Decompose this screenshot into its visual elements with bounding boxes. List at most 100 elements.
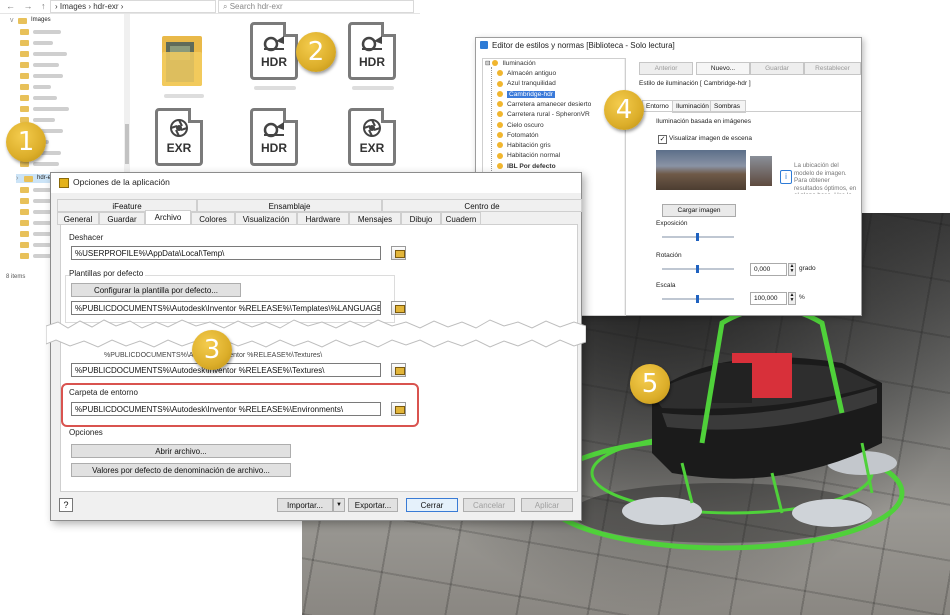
lighting-style-icon <box>497 101 503 108</box>
undo-label: Deshacer <box>69 233 104 242</box>
close-button[interactable]: Cerrar <box>406 498 458 512</box>
step-badge-3: 3 <box>192 330 232 370</box>
hdr-file-icon[interactable]: HDR <box>250 108 300 168</box>
section-title: Estilo de iluminación [ Cambridge-hdr ] <box>639 80 751 87</box>
scale-label: Escala <box>656 282 676 289</box>
show-image-checkbox[interactable]: ✓ <box>658 135 667 144</box>
folder-thumbnail[interactable] <box>160 30 206 88</box>
textures-path-field[interactable]: %PUBLICDOCUMENTS%\Autodesk\Inventor %REL… <box>71 363 381 377</box>
step-badge-4: 4 <box>604 90 644 130</box>
lighting-style-icon <box>497 152 503 159</box>
apply-button[interactable]: Aplicar <box>521 498 573 512</box>
exr-file-icon[interactable]: EXR <box>155 108 205 168</box>
app-icon <box>59 178 69 188</box>
lighting-style-icon <box>497 90 503 97</box>
tree-item[interactable] <box>20 240 51 249</box>
lighting-style-icon <box>497 132 503 139</box>
hdr-file-icon[interactable]: HDR <box>348 22 398 90</box>
torn-edge-divider <box>46 319 586 348</box>
environment-preview-small <box>750 156 772 186</box>
undo-path-field[interactable]: %USERPROFILE%\AppData\Local\Temp\ <box>71 246 381 260</box>
tree-item[interactable] <box>20 38 53 47</box>
rotation-spinner[interactable]: ▲ ▼ <box>788 263 796 276</box>
open-file-button[interactable]: Abrir archivo... <box>71 444 291 458</box>
tab-center[interactable]: Centro de <box>382 199 582 212</box>
back-button[interactable]: Anterior <box>639 62 693 75</box>
tab-assembly[interactable]: Ensamblaje <box>197 199 382 212</box>
browse-folder-icon[interactable] <box>391 301 406 315</box>
tree-item[interactable] <box>20 93 57 102</box>
step-badge-2: 2 <box>296 32 336 72</box>
load-image-button[interactable]: Cargar imagen <box>662 204 736 217</box>
highlight-box <box>61 383 419 427</box>
tree-item[interactable]: Habitación gris <box>497 141 551 151</box>
ibl-group-label: Iluminación basada en imágenes <box>656 118 752 125</box>
folder-icon <box>18 17 27 24</box>
new-button[interactable]: Nuevo... <box>696 62 750 75</box>
environment-preview <box>656 150 746 190</box>
tree-item[interactable]: Almacén antiguo <box>497 69 556 79</box>
configure-templates-button[interactable]: Configurar la plantilla por defecto... <box>71 283 241 297</box>
tree-item[interactable]: Habitación normal <box>497 151 560 161</box>
rotation-label: Rotación <box>656 252 682 259</box>
tree-item[interactable]: Carretera amanecer desierto <box>497 100 591 110</box>
tree-item[interactable] <box>20 82 51 91</box>
hdr-file-icon[interactable]: HDR <box>250 22 300 90</box>
tree-item-images[interactable]: v Images <box>10 16 51 25</box>
tree-item-lighting[interactable]: ⊟ Iluminación <box>485 59 536 69</box>
tree-item[interactable] <box>20 60 59 69</box>
lighting-style-icon <box>497 121 503 128</box>
window-title: Editor de estilos y normas [Biblioteca -… <box>492 41 675 50</box>
camera-glyph-icon <box>263 122 284 138</box>
tree-item[interactable]: IBL Por defecto <box>497 162 556 172</box>
scale-unit: % <box>799 294 805 301</box>
import-dropdown-icon[interactable]: ▼ <box>333 498 345 512</box>
exposure-label: Exposición <box>656 220 688 227</box>
browse-folder-icon[interactable] <box>391 363 406 377</box>
help-icon[interactable]: ? <box>59 498 73 512</box>
reset-button[interactable]: Restablecer <box>804 62 861 75</box>
tree-item-selected[interactable]: Cambridge-hdr <box>497 90 555 100</box>
scale-input[interactable]: 100,000 <box>750 292 787 305</box>
folder-icon <box>24 175 33 182</box>
export-button[interactable]: Exportar... <box>348 498 398 512</box>
scale-slider-knob[interactable] <box>696 295 699 303</box>
search-placeholder: Search hdr-exr <box>229 2 283 11</box>
tree-item[interactable]: Cielo oscuro <box>497 121 544 131</box>
tree-item[interactable] <box>20 104 69 113</box>
default-naming-button[interactable]: Valores por defecto de denominación de a… <box>71 463 291 477</box>
lighting-style-icon <box>497 111 503 118</box>
exr-file-icon[interactable]: EXR <box>348 108 398 168</box>
tree-item[interactable]: Fotomatón <box>497 131 539 141</box>
dialog-title: Opciones de la aplicación <box>73 177 170 187</box>
browse-folder-icon[interactable] <box>391 246 406 260</box>
templates-path-field[interactable]: %PUBLICDOCUMENTS%\Autodesk\Inventor %REL… <box>71 301 381 315</box>
cancel-button[interactable]: Cancelar <box>463 498 515 512</box>
tree-scrollbar[interactable] <box>124 14 130 174</box>
tree-item[interactable] <box>20 71 63 80</box>
rotation-input[interactable]: 0,000 <box>750 263 787 276</box>
camera-glyph-icon <box>361 36 382 52</box>
tree-item[interactable] <box>20 49 67 58</box>
exposure-slider-knob[interactable] <box>696 233 699 241</box>
info-icon: i <box>780 170 792 184</box>
tree-item[interactable]: Carretera rural - SpheronVR <box>497 110 590 120</box>
scale-spinner[interactable]: ▲ ▼ <box>788 292 796 305</box>
tab-file[interactable]: Archivo <box>145 210 191 225</box>
tree-item[interactable] <box>20 207 53 216</box>
address-path[interactable]: › Images › hdr-exr › <box>50 0 216 13</box>
tree-item[interactable]: Azul tranquilidad <box>497 79 556 89</box>
save-button[interactable]: Guardar <box>750 62 804 75</box>
import-button[interactable]: Importar... <box>277 498 333 512</box>
file-caption <box>164 94 204 98</box>
camera-glyph-icon <box>263 36 284 52</box>
rotation-slider-knob[interactable] <box>696 265 699 273</box>
aperture-icon <box>170 119 188 137</box>
nav-arrows[interactable]: ← → ↑ <box>6 1 49 11</box>
show-image-label: Visualizar imagen de escena <box>669 135 752 142</box>
lighting-style-icon <box>497 162 503 169</box>
search-input[interactable]: ⌕ Search hdr-exr <box>218 0 414 13</box>
tree-item[interactable] <box>20 27 61 36</box>
step-badge-5: 5 <box>630 364 670 404</box>
lighting-style-icon <box>497 80 503 87</box>
